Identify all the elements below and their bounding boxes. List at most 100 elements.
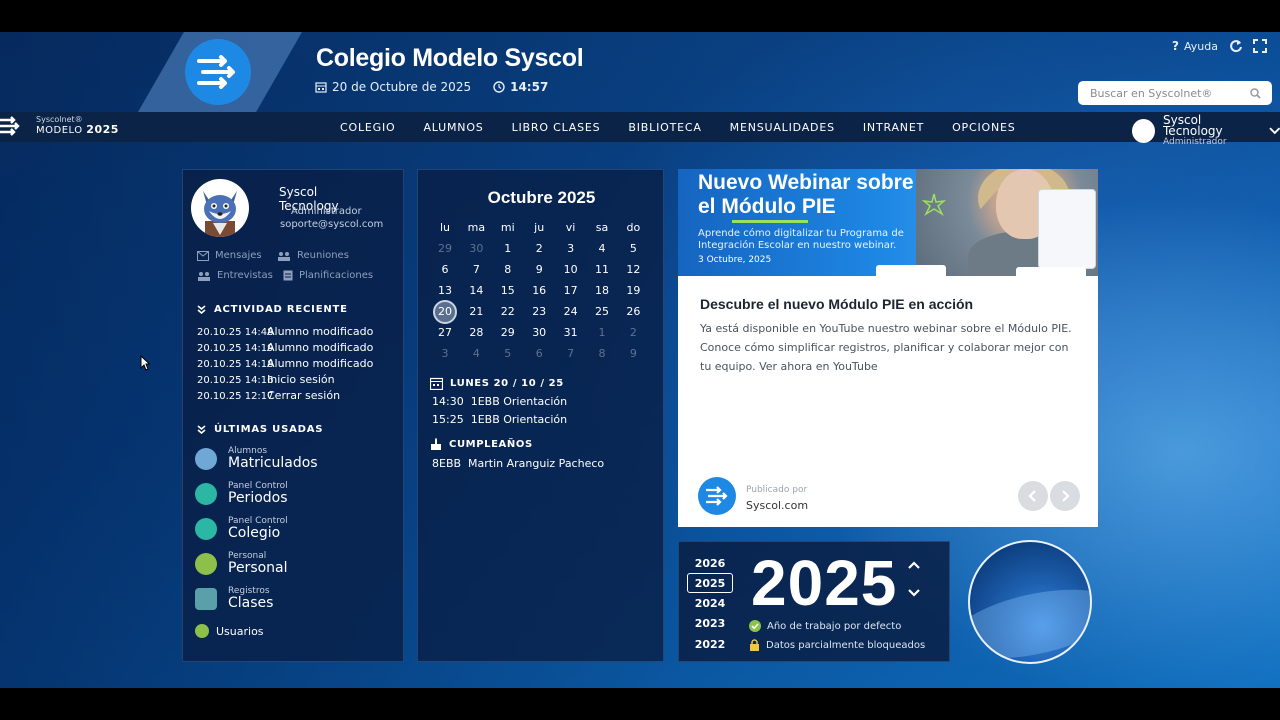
sparkle-icon [922, 193, 946, 217]
calendar-day[interactable]: 30 [524, 323, 554, 343]
calendar-day[interactable]: 27 [430, 323, 460, 343]
activity-section-title[interactable]: ACTIVIDAD RECIENTE [197, 304, 348, 315]
calendar-day[interactable]: 14 [461, 281, 491, 301]
calendar-day[interactable]: 28 [461, 323, 491, 343]
agenda-event[interactable]: 15:25 1EBB Orientación [432, 413, 567, 426]
calendar-day[interactable]: 11 [587, 260, 617, 280]
calendar-day[interactable]: 26 [618, 302, 648, 322]
calendar-day[interactable]: 4 [587, 239, 617, 259]
recent-panel-colegio[interactable]: Panel Control Colegio [195, 516, 288, 541]
agenda-day-label: LUNES 20 / 10 / 25 [450, 378, 564, 389]
calendar-day[interactable]: 19 [618, 281, 648, 301]
calendar-day[interactable]: 4 [461, 344, 491, 364]
search-icon[interactable] [1250, 87, 1261, 99]
calendar-day-today[interactable]: 20 [430, 302, 460, 322]
calendar-day[interactable]: 15 [493, 281, 523, 301]
year-option-selected[interactable]: 2025 [687, 573, 733, 593]
calendar-day[interactable]: 9 [524, 260, 554, 280]
calendar-day[interactable]: 12 [618, 260, 648, 280]
news-next-button[interactable] [1050, 481, 1080, 511]
help-link[interactable]: ? Ayuda [1172, 39, 1218, 53]
calendar-day[interactable]: 25 [587, 302, 617, 322]
year-option[interactable]: 2023 [687, 614, 733, 634]
activity-row: 20.10.25 14:19Alumno modificado [197, 341, 373, 354]
quick-link-entrevistas[interactable]: Entrevistas [197, 270, 273, 281]
quick-link-mensajes[interactable]: Mensajes [197, 250, 262, 261]
calendar-day[interactable]: 13 [430, 281, 460, 301]
birthday-row[interactable]: 8EBB Martin Aranguiz Pacheco [432, 457, 604, 470]
news-banner[interactable]: Nuevo Webinar sobre el Módulo PIE Aprend… [678, 169, 1098, 276]
calendar-day[interactable]: 6 [430, 260, 460, 280]
recent-personal[interactable]: Personal Personal [195, 551, 288, 576]
agenda-event-time: 15:25 [432, 413, 464, 426]
nav-opciones[interactable]: OPCIONES [938, 121, 1029, 134]
calendar-day[interactable]: 23 [524, 302, 554, 322]
nav-biblioteca[interactable]: BIBLIOTECA [614, 121, 715, 134]
nav-mensualidades[interactable]: MENSUALIDADES [716, 121, 849, 134]
calendar-day[interactable]: 2 [524, 239, 554, 259]
calendar-day[interactable]: 22 [493, 302, 523, 322]
fullscreen-icon[interactable] [1253, 39, 1267, 53]
users-icon [195, 624, 209, 638]
calendar-day[interactable]: 7 [556, 344, 586, 364]
calendar-day[interactable]: 6 [524, 344, 554, 364]
chevron-up-icon[interactable] [907, 560, 921, 570]
calendar-day[interactable]: 3 [556, 239, 586, 259]
weekday-header: sa [595, 221, 609, 234]
calendar-day[interactable]: 10 [556, 260, 586, 280]
recent-panel-periodos[interactable]: Panel Control Periodos [195, 481, 288, 506]
calendar-day[interactable]: 5 [618, 239, 648, 259]
recent-section-title[interactable]: ÚLTIMAS USADAS [197, 424, 323, 435]
calendar-day[interactable]: 31 [556, 323, 586, 343]
calendar-day[interactable]: 24 [556, 302, 586, 322]
chevron-down-icon[interactable] [907, 588, 921, 598]
search-input[interactable] [1090, 86, 1250, 100]
calendar-day[interactable]: 16 [524, 281, 554, 301]
agenda-event[interactable]: 14:30 1EBB Orientación [432, 395, 567, 408]
refresh-icon[interactable] [1229, 39, 1243, 53]
calendar-day[interactable]: 1 [587, 323, 617, 343]
calendar-day[interactable]: 30 [461, 239, 491, 259]
calendar-day[interactable]: 29 [430, 239, 460, 259]
recent-registros-clases[interactable]: Registros Clases [195, 586, 273, 611]
calendar-day[interactable]: 17 [556, 281, 586, 301]
nav-colegio[interactable]: COLEGIO [326, 121, 409, 134]
calendar-day[interactable]: 2 [618, 323, 648, 343]
year-option[interactable]: 2022 [687, 635, 733, 655]
calendar-day[interactable]: 18 [587, 281, 617, 301]
nav-libro-clases[interactable]: LIBRO CLASES [498, 121, 615, 134]
agenda-event-text: 1EBB Orientación [470, 395, 568, 408]
recent-item-name: Personal [228, 560, 288, 576]
calendar-day[interactable]: 7 [461, 260, 491, 280]
search-box[interactable] [1078, 81, 1272, 105]
quick-link-reuniones[interactable]: Reuniones [277, 250, 349, 261]
quick-link-planificaciones[interactable]: Planificaciones [283, 270, 373, 281]
profile-avatar[interactable] [191, 179, 249, 237]
calendar-day[interactable]: 29 [493, 323, 523, 343]
nav-intranet[interactable]: INTRANET [849, 121, 938, 134]
news-prev-button[interactable] [1018, 481, 1048, 511]
recent-usuarios[interactable]: Usuarios [195, 624, 264, 638]
calendar-day[interactable]: 1 [493, 239, 523, 259]
user-menu[interactable]: Syscol Tecnology Administrador [1132, 114, 1280, 147]
activity-date: 20.10.25 12:17 [197, 391, 274, 402]
calendar-day[interactable]: 21 [461, 302, 491, 322]
syscol-logo-icon[interactable] [185, 39, 251, 105]
calendar-day[interactable]: 8 [587, 344, 617, 364]
activity-row: 20.10.25 14:18Alumno modificado [197, 357, 373, 370]
news-card[interactable]: Nuevo Webinar sobre el Módulo PIE Aprend… [678, 169, 1098, 527]
recent-alumnos-matriculados[interactable]: Alumnos Matriculados [195, 446, 318, 471]
calendar-day[interactable]: 9 [618, 344, 648, 364]
calendar-day[interactable]: 8 [493, 260, 523, 280]
calendar-day[interactable]: 3 [430, 344, 460, 364]
year-option[interactable]: 2026 [687, 554, 733, 574]
letterbox-bottom [0, 688, 1280, 720]
calendar-icon [315, 81, 327, 93]
chevron-down-icon[interactable] [1268, 127, 1280, 135]
banner-title-prefix: el [698, 195, 722, 218]
recent-item-text: Registros Clases [228, 586, 273, 611]
nav-alumnos[interactable]: ALUMNOS [409, 121, 497, 134]
year-option[interactable]: 2024 [687, 594, 733, 614]
document-icon [283, 270, 293, 281]
calendar-day[interactable]: 5 [493, 344, 523, 364]
